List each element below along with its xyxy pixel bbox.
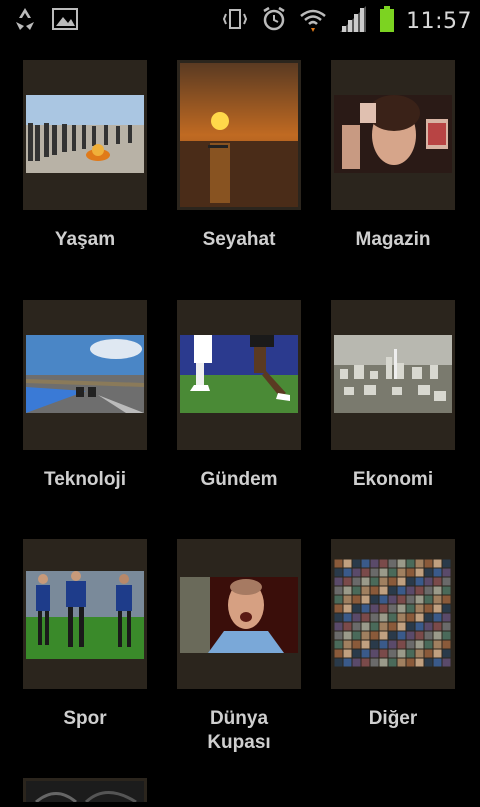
status-time: 11:57 — [406, 9, 472, 34]
tile-frame — [23, 778, 147, 804]
signal-icon — [338, 4, 368, 39]
tile-frame — [177, 300, 301, 450]
category-label: Teknoloji — [44, 469, 126, 490]
wifi-icon — [298, 4, 328, 39]
ekonomi-thumbnail — [334, 335, 452, 413]
diger-thumbnail — [334, 559, 452, 667]
gallery-icon — [50, 4, 80, 39]
vibrate-icon — [220, 4, 250, 39]
teknoloji-thumbnail — [26, 335, 144, 413]
category-label: Dünya Kupası — [207, 708, 271, 753]
category-label: Spor — [63, 708, 107, 729]
tile-frame — [23, 300, 147, 450]
magazin-thumbnail — [334, 95, 452, 173]
seyahat-thumbnail — [180, 63, 298, 207]
alarm-icon — [260, 4, 288, 39]
spor-thumbnail — [26, 571, 144, 659]
partial-thumbnail — [26, 781, 144, 804]
dunya-kupasi-thumbnail — [180, 577, 298, 653]
tile-frame — [331, 300, 455, 450]
status-bar: 11:57 — [0, 0, 480, 38]
category-label: Ekonomi — [352, 469, 434, 490]
gundem-thumbnail — [180, 335, 298, 413]
tile-frame — [331, 539, 455, 689]
category-label: Yaşam — [54, 229, 116, 250]
tile-frame — [177, 539, 301, 689]
tile-frame — [23, 60, 147, 210]
category-label: Seyahat — [202, 229, 276, 250]
tile-frame — [331, 60, 455, 210]
tile-frame — [177, 60, 301, 210]
category-label: Diğer — [368, 708, 418, 729]
battery-icon — [378, 4, 396, 39]
yasam-thumbnail — [26, 95, 144, 173]
tile-frame — [23, 539, 147, 689]
category-label: Magazin — [355, 229, 431, 250]
category-label: Gündem — [200, 469, 278, 490]
recycle-icon — [10, 4, 40, 39]
